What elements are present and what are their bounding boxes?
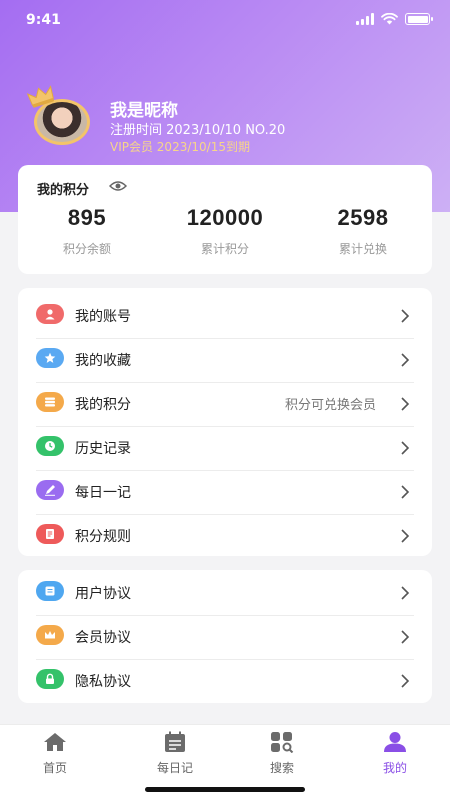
stat-redeemed[interactable]: 2598 累计兑换: [294, 205, 432, 257]
tab-label: 搜索: [269, 761, 294, 775]
tab-home[interactable]: 首页: [15, 731, 95, 776]
menu-item-label: 我的积分: [75, 397, 131, 413]
points-title: 我的积分: [37, 183, 90, 198]
points-exchange-hint: 积分可兑换会员: [284, 398, 376, 413]
menu-item-user-agreement[interactable]: 用户协议: [36, 572, 414, 616]
wifi-icon: [381, 13, 398, 25]
menu-item-points-rules[interactable]: 积分规则: [36, 515, 414, 559]
avatar-wrapper[interactable]: [26, 85, 90, 145]
chevron-right-icon: [401, 397, 410, 411]
tab-daily[interactable]: 每日记: [135, 731, 215, 776]
chevron-right-icon: [401, 586, 410, 600]
tab-search[interactable]: 搜索: [242, 731, 322, 776]
lock-icon: [36, 669, 64, 689]
crown-icon: [36, 625, 64, 645]
stat-balance[interactable]: 895 积分余额: [18, 205, 156, 257]
tab-label: 首页: [42, 761, 67, 775]
home-indicator[interactable]: [145, 787, 305, 792]
chevron-right-icon: [401, 674, 410, 688]
status-bar: 9:41: [0, 0, 450, 40]
signal-icon: [356, 13, 374, 25]
menu-item-history[interactable]: 历史记录: [36, 427, 414, 471]
chevron-right-icon: [401, 630, 410, 644]
menu-item-points[interactable]: 我的积分 积分可兑换会员: [36, 383, 414, 427]
tab-mine[interactable]: 我的: [355, 731, 435, 776]
menu-item-label: 每日一记: [75, 485, 131, 501]
star-icon: [36, 348, 64, 368]
menu-item-daily-note[interactable]: 每日一记: [36, 471, 414, 515]
eye-icon[interactable]: [109, 180, 127, 192]
chevron-right-icon: [401, 485, 410, 499]
stat-value: 895: [67, 205, 107, 230]
menu-item-label: 我的收藏: [75, 353, 131, 369]
stat-label: 累计兑换: [338, 242, 387, 256]
chevron-right-icon: [401, 441, 410, 455]
coins-icon: [36, 392, 64, 412]
menu-item-account[interactable]: 我的账号: [36, 295, 414, 339]
menu-item-label: 用户协议: [75, 586, 131, 602]
menu-item-label: 会员协议: [75, 630, 131, 646]
agreement-icon: [36, 581, 64, 601]
search-grid-icon: [271, 732, 294, 754]
stat-value: 120000: [186, 205, 264, 230]
chevron-right-icon: [401, 529, 410, 543]
menu-card-main: 我的账号 我的收藏 我的积分 积分可兑换会员 历史记录 每日一记 积分规则: [18, 288, 432, 556]
menu-item-privacy-agreement[interactable]: 隐私协议: [36, 660, 414, 704]
stat-total[interactable]: 120000 累计积分: [156, 205, 294, 257]
vip-expiry: VIP会员 2023/10/15到期: [110, 140, 250, 154]
person-icon: [384, 732, 406, 752]
profile-section: 我是昵称 注册时间 2023/10/10 NO.20 VIP会员 2023/10…: [26, 85, 426, 158]
menu-item-label: 历史记录: [75, 441, 131, 457]
menu-card-agreements: 用户协议 会员协议 隐私协议: [18, 570, 432, 703]
status-icons: [356, 13, 433, 25]
status-time: 9:41: [26, 12, 61, 28]
document-icon: [36, 524, 64, 544]
menu-item-label: 积分规则: [75, 529, 131, 545]
calendar-note-icon: [165, 731, 185, 752]
tab-label: 我的: [382, 761, 407, 775]
stat-label: 积分余额: [62, 242, 111, 256]
menu-item-label: 我的账号: [75, 309, 131, 325]
home-icon: [44, 733, 66, 751]
clock-icon: [36, 436, 64, 456]
chevron-right-icon: [401, 353, 410, 367]
menu-item-label: 隐私协议: [75, 674, 131, 690]
nickname[interactable]: 我是昵称: [110, 96, 178, 121]
menu-item-member-agreement[interactable]: 会员协议: [36, 616, 414, 660]
points-card: 我的积分 895 积分余额 120000 累计积分 2598 累计兑换: [18, 165, 432, 274]
register-info: 注册时间 2023/10/10 NO.20: [110, 123, 286, 138]
pen-icon: [36, 480, 64, 500]
tab-label: 每日记: [156, 761, 193, 775]
stat-label: 累计积分: [200, 242, 249, 256]
chevron-right-icon: [401, 309, 410, 323]
menu-item-favorites[interactable]: 我的收藏: [36, 339, 414, 383]
stat-value: 2598: [337, 205, 389, 230]
user-icon: [36, 304, 64, 324]
battery-icon: [405, 13, 433, 25]
